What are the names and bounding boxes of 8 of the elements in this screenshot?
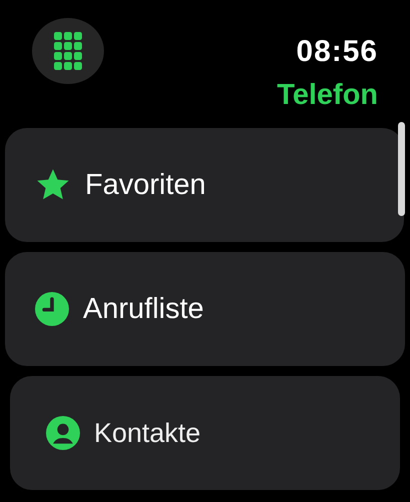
- menu-item[interactable]: Favoriten: [5, 128, 404, 242]
- clock-time: 08:56: [296, 36, 378, 68]
- menu-item[interactable]: Anrufliste: [5, 252, 405, 366]
- contact-icon: [46, 416, 80, 450]
- menu-item[interactable]: Kontakte: [10, 376, 400, 490]
- app-title: Telefon: [277, 78, 378, 112]
- clock-icon: [35, 292, 69, 326]
- keypad-icon: [54, 32, 82, 70]
